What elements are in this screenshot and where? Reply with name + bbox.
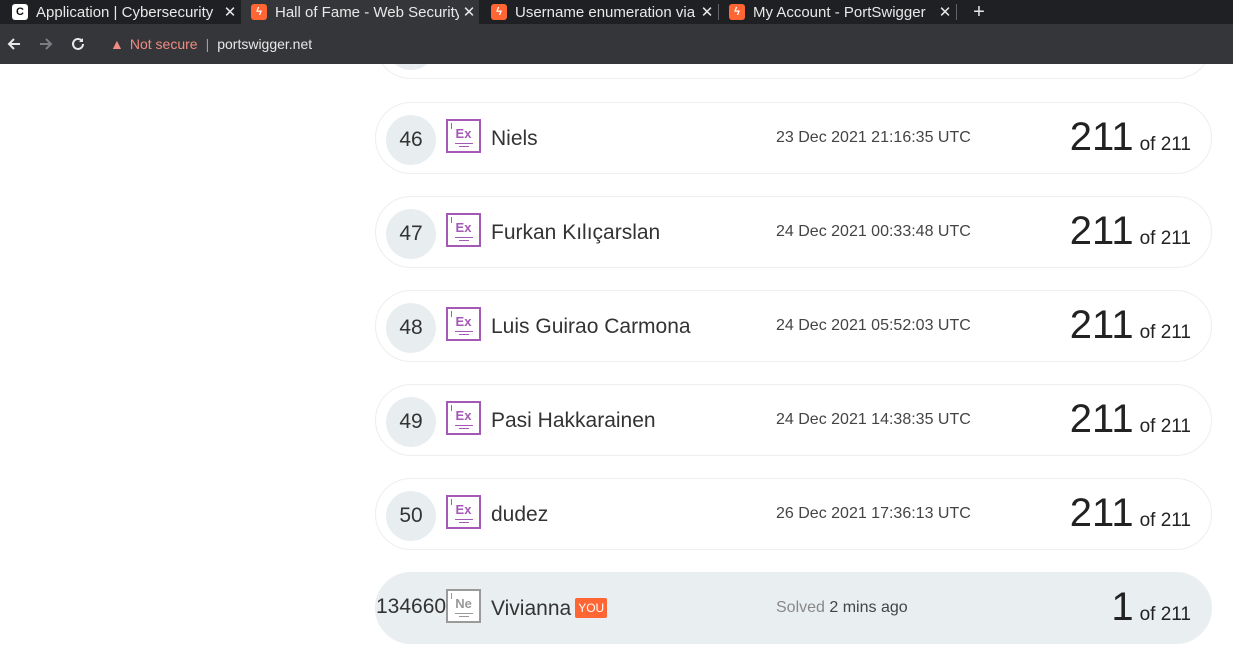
table-row: 50 Ex dudez 26 Dec 2021 17:36:13 UTC 211…: [375, 478, 1212, 550]
novice-badge-icon: Ne: [446, 589, 481, 623]
score: 211 of 211: [1070, 303, 1191, 348]
score-value: 211: [1069, 209, 1134, 253]
user-name: Niels: [491, 127, 538, 150]
rank-number: 50: [386, 491, 436, 541]
user-name: Vivianna YOU: [491, 597, 608, 621]
expert-badge-icon: Ex: [446, 401, 481, 435]
rank-circle: [386, 64, 436, 70]
table-row: 48 Ex Luis Guirao Carmona 24 Dec 2021 05…: [375, 290, 1212, 362]
warning-icon[interactable]: ▲: [110, 36, 124, 52]
tab-hall-of-fame[interactable]: ϟ Hall of Fame - Web Security ✕: [241, 0, 479, 24]
score-total: of 211: [1139, 510, 1191, 531]
tab-title: Hall of Fame - Web Security: [275, 3, 459, 21]
expert-badge-icon: Ex: [446, 307, 481, 341]
reload-button[interactable]: [66, 32, 90, 56]
user-name: Luis Guirao Carmona: [491, 315, 691, 338]
expert-badge-icon: Ex: [446, 119, 481, 153]
score-value: 211: [1069, 397, 1134, 441]
score: 211 of 211: [1070, 491, 1191, 536]
rank-number: 48: [386, 303, 436, 353]
table-row: 47 Ex Furkan Kılıçarslan 24 Dec 2021 00:…: [375, 196, 1212, 268]
score-value: 1: [1111, 585, 1134, 629]
close-tab-icon[interactable]: ✕: [459, 3, 479, 21]
address-bar[interactable]: ▲ Not secure | portswigger.net: [100, 30, 1224, 58]
user-name: Furkan Kılıçarslan: [491, 221, 661, 244]
cybersecurity-c-icon: C: [12, 4, 28, 20]
user-name-text: Vivianna: [491, 597, 572, 620]
forward-button[interactable]: [34, 32, 58, 56]
table-row: 49 Ex Pasi Hakkarainen 24 Dec 2021 14:38…: [375, 384, 1212, 456]
rank-number: 49: [386, 397, 436, 447]
tab-username-enumeration[interactable]: ϟ Username enumeration via ✕: [481, 0, 717, 24]
rank-number: 47: [386, 209, 436, 259]
close-tab-icon[interactable]: ✕: [935, 3, 955, 21]
expert-badge-icon: Ex: [446, 213, 481, 247]
tab-title: Application | Cybersecurity: [36, 3, 214, 21]
close-tab-icon[interactable]: ✕: [697, 3, 717, 21]
solved-time: 2 mins ago: [829, 599, 908, 616]
score-total: of 211: [1139, 228, 1191, 249]
score-value: 211: [1069, 115, 1134, 159]
user-name: dudez: [491, 503, 549, 526]
forward-arrow-icon: [40, 38, 53, 50]
tab-divider: [956, 4, 957, 20]
new-tab-button[interactable]: +: [968, 0, 990, 24]
tab-application[interactable]: C Application | Cybersecurity ✕: [0, 0, 240, 24]
portswigger-icon: ϟ: [729, 4, 745, 20]
portswigger-icon: ϟ: [251, 4, 267, 20]
tab-title: My Account - PortSwigger: [753, 3, 926, 21]
close-tab-icon[interactable]: ✕: [220, 3, 240, 21]
current-user-row: 134660 Ne Vivianna YOU Solved 2 mins ago …: [375, 572, 1212, 644]
solved-status: Solved 2 mins ago: [776, 599, 908, 617]
completion-date: 24 Dec 2021 00:33:48 UTC: [776, 223, 971, 240]
score-value: 211: [1069, 491, 1134, 535]
score-total: of 211: [1139, 134, 1191, 155]
score-total: of 211: [1139, 604, 1191, 625]
tab-title: Username enumeration via: [515, 3, 696, 21]
tab-my-account[interactable]: ϟ My Account - PortSwigger ✕: [719, 0, 955, 24]
back-button[interactable]: [2, 32, 26, 56]
score-total: of 211: [1139, 322, 1191, 343]
you-badge: YOU: [575, 598, 608, 618]
omnibox-divider: |: [205, 36, 210, 52]
hall-of-fame-page: 46 Ex Niels 23 Dec 2021 21:16:35 UTC 211…: [0, 64, 1233, 667]
score: 211 of 211: [1070, 397, 1191, 442]
portswigger-icon: ϟ: [491, 4, 507, 20]
expert-badge-icon: Ex: [446, 495, 481, 529]
completion-date: 23 Dec 2021 21:16:35 UTC: [776, 129, 971, 146]
score-value: 211: [1069, 303, 1134, 347]
rank-number: 46: [386, 115, 436, 165]
completion-date: 26 Dec 2021 17:36:13 UTC: [776, 505, 971, 522]
back-arrow-icon: [7, 38, 20, 50]
table-row-partial: [375, 64, 1212, 79]
rank-number: 134660: [376, 595, 447, 618]
user-name: Pasi Hakkarainen: [491, 409, 656, 432]
completion-date: 24 Dec 2021 05:52:03 UTC: [776, 317, 971, 334]
security-label[interactable]: Not secure: [130, 36, 198, 52]
browser-toolbar: ▲ Not secure | portswigger.net: [0, 24, 1233, 64]
tab-strip: C Application | Cybersecurity ✕ ϟ Hall o…: [0, 0, 1233, 24]
score: 1 of 211: [1111, 585, 1191, 630]
url-text[interactable]: portswigger.net: [217, 36, 312, 52]
reload-icon: [72, 37, 84, 50]
score-total: of 211: [1139, 416, 1191, 437]
table-row: 46 Ex Niels 23 Dec 2021 21:16:35 UTC 211…: [375, 102, 1212, 174]
solved-label: Solved: [776, 599, 825, 616]
completion-date: 24 Dec 2021 14:38:35 UTC: [776, 411, 971, 428]
score: 211 of 211: [1070, 209, 1191, 254]
score: 211 of 211: [1070, 115, 1191, 160]
